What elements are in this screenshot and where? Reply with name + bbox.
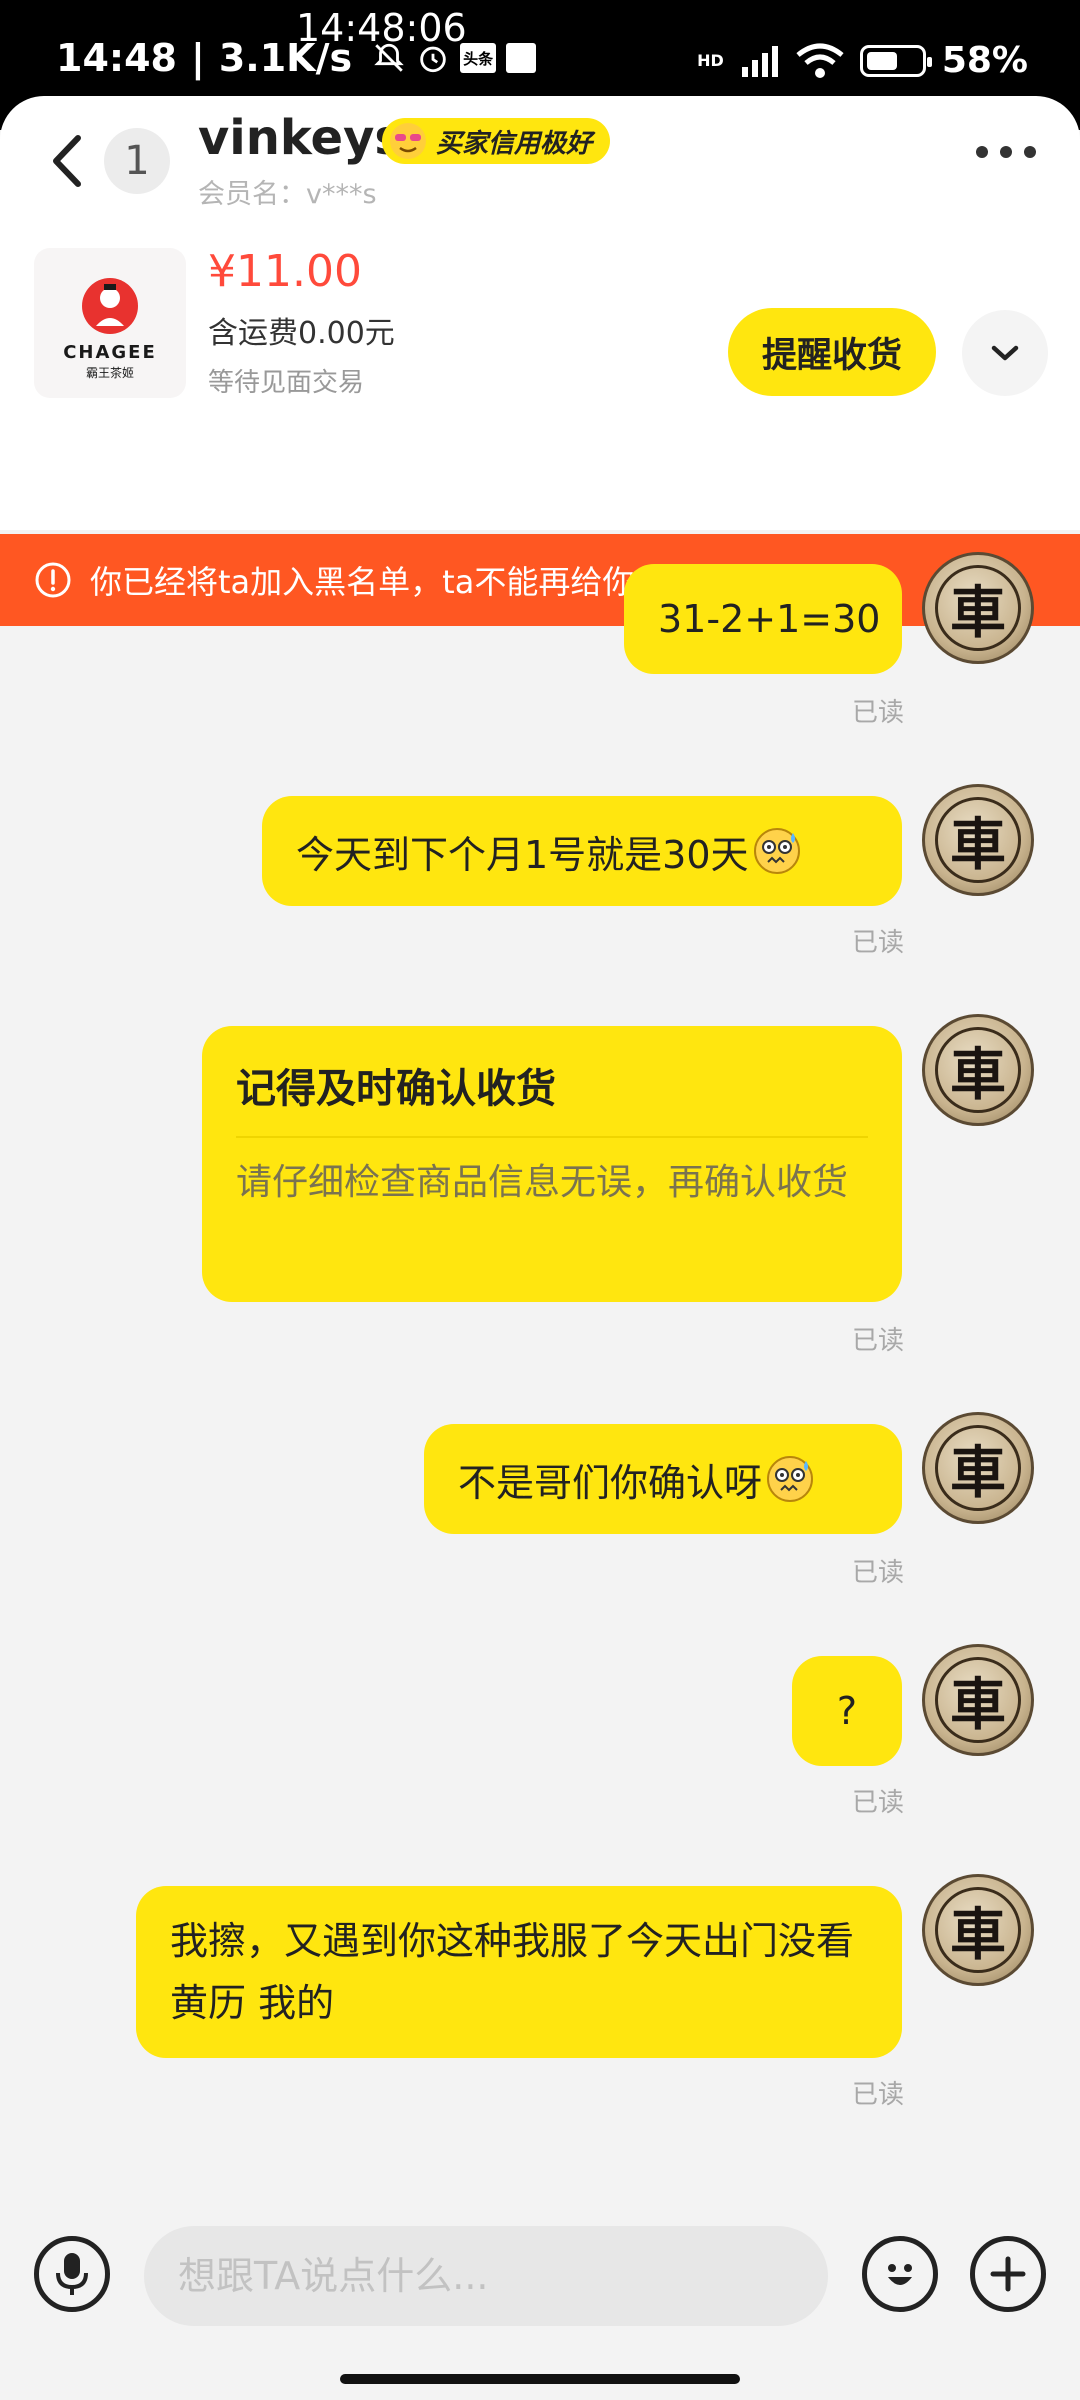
more-icon[interactable] (976, 140, 1036, 164)
card-divider (236, 1136, 868, 1138)
alert-circle-icon (35, 562, 71, 598)
message-text: 不是哥们你确认呀 (458, 1460, 763, 1505)
status-time: 14:48 (56, 36, 177, 80)
status-network-speed: 3.1K/s (218, 36, 353, 80)
back-arrow-icon[interactable] (42, 126, 92, 196)
message-input[interactable] (144, 2226, 828, 2326)
signal-icon (741, 45, 778, 77)
deal-status: 等待见面交易 (208, 368, 365, 398)
avatar[interactable]: 車 (922, 1644, 1034, 1756)
dizzy-face-emoji-icon (767, 1456, 814, 1502)
dizzy-face-emoji-icon (753, 828, 800, 874)
brand-name-cn: 霸王茶姬 (85, 366, 134, 380)
member-name: 会员名：v***s (198, 179, 377, 210)
avatar[interactable]: 車 (922, 1412, 1034, 1524)
read-receipt: 已读 (851, 2080, 904, 2110)
chat-header: 1 vinkeys 买家信用极好 会员名：v***s CHAGEE 霸王茶姬 ¥… (0, 96, 1080, 626)
read-receipt: 已读 (851, 698, 904, 728)
read-receipt: 已读 (851, 928, 904, 958)
alarm-icon (420, 46, 446, 73)
message-bubble[interactable]: 不是哥们你确认呀 (424, 1424, 902, 1534)
product-image[interactable]: CHAGEE 霸王茶姬 (34, 248, 186, 398)
plus-icon[interactable] (970, 2236, 1046, 2312)
status-left: 14:48 | 3.1K/s 头条 (56, 36, 537, 80)
message-text: 31-2+1=30 (658, 597, 881, 641)
confirm-receipt-card[interactable]: 记得及时确认收货 请仔细检查商品信息无误，再确认收货 (202, 1026, 902, 1302)
battery-fill (866, 51, 897, 70)
product-price: ¥11.00 (208, 246, 362, 297)
remind-receipt-button[interactable]: 提醒收货 (728, 308, 936, 396)
hd-label: HD (697, 51, 724, 70)
credit-badge: 买家信用极好 (382, 118, 611, 164)
message-text: 今天到下个月1号就是30天 (296, 832, 749, 877)
message-bubble[interactable]: 31-2+1=30 (624, 564, 902, 674)
battery-percent: 58% (941, 40, 1028, 81)
avatar[interactable]: 車 (922, 784, 1034, 896)
message-text: ? (836, 1689, 858, 1733)
avatar[interactable]: 車 (922, 1874, 1034, 1986)
status-right: HD 58% (697, 40, 1028, 81)
read-receipt: 已读 (851, 1326, 904, 1356)
emoji-icon[interactable] (862, 2236, 938, 2312)
wifi-icon (796, 43, 844, 78)
message-bubble[interactable]: 今天到下个月1号就是30天 (262, 796, 902, 906)
read-receipt: 已读 (851, 1788, 904, 1818)
brand-name: CHAGEE (63, 342, 157, 363)
microphone-icon[interactable] (34, 2236, 110, 2312)
cool-face-icon (390, 123, 426, 159)
product-shipping: 含运费0.00元 (208, 316, 395, 351)
square-app-icon (506, 43, 537, 73)
input-bar (0, 2200, 1080, 2400)
read-receipt: 已读 (851, 1558, 904, 1588)
home-indicator[interactable] (340, 2374, 740, 2384)
bell-off-icon (374, 43, 404, 72)
contact-name[interactable]: vinkeys (198, 110, 403, 166)
avatar[interactable]: 車 (922, 1014, 1034, 1126)
battery-icon (859, 44, 932, 77)
card-title: 记得及时确认收货 (236, 1066, 556, 1112)
toutiao-app-icon: 头条 (460, 43, 497, 73)
credit-badge-label: 买家信用极好 (436, 128, 593, 159)
message-text: 我擦，又遇到你这种我服了今天出门没看黄历 我的 (170, 1919, 855, 2025)
message-bubble[interactable]: 我擦，又遇到你这种我服了今天出门没看黄历 我的 (136, 1886, 902, 2058)
avatar[interactable]: 車 (922, 552, 1034, 664)
blacklist-warning-banner: 你已经将ta加入黑名单，ta不能再给你发送消息 (0, 534, 1080, 626)
status-divider: | (190, 36, 205, 80)
chevron-down-icon[interactable] (962, 310, 1048, 396)
unread-count-badge[interactable]: 1 (104, 128, 170, 194)
card-body: 请仔细检查商品信息无误，再确认收货 (236, 1162, 849, 1203)
message-bubble[interactable]: ? (792, 1656, 902, 1766)
